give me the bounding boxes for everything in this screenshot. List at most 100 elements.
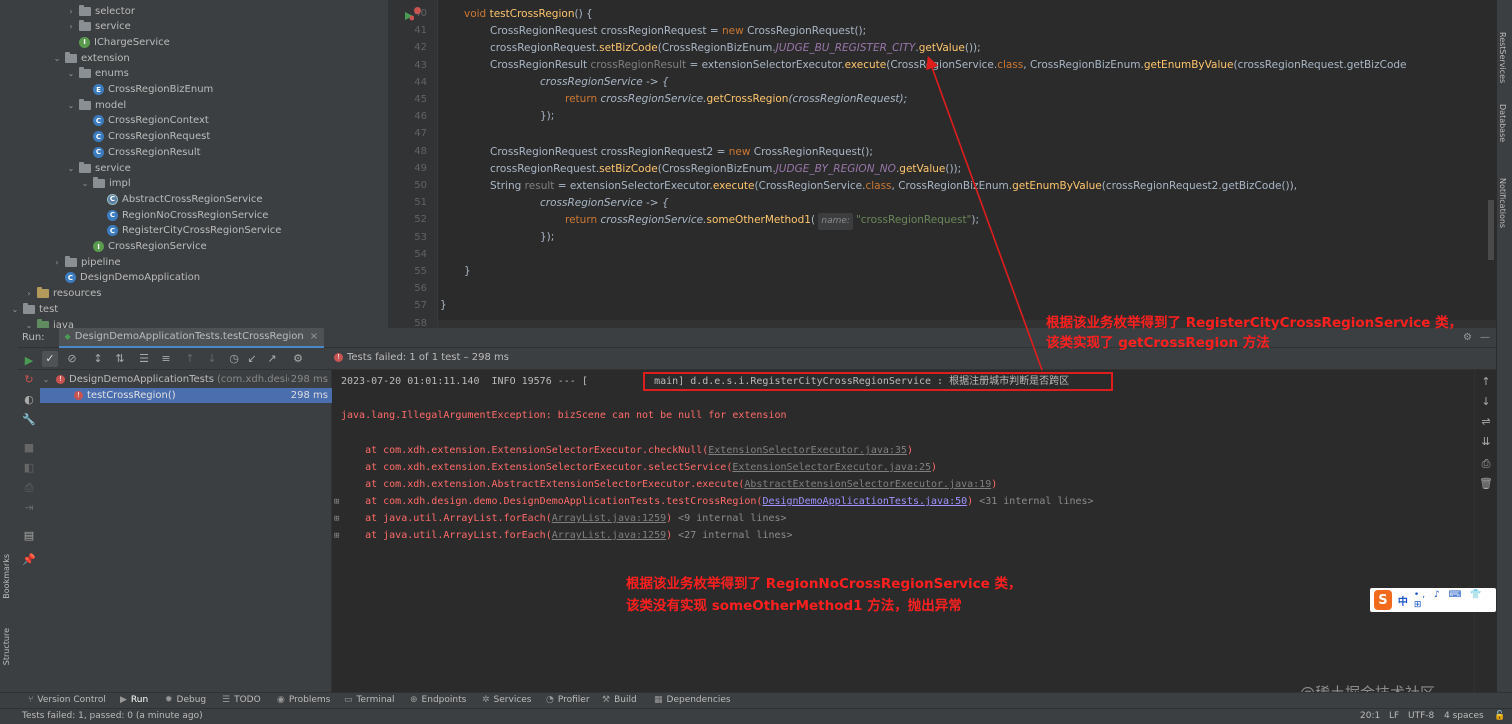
tree-item[interactable]: C RegisterCityCrossRegionService	[94, 223, 281, 239]
lock-icon[interactable]: 🔓	[1494, 711, 1505, 721]
code-line-52[interactable]: return crossRegionService.someOtherMetho…	[565, 212, 979, 230]
sort-duration-icon[interactable]: ⇅	[112, 351, 128, 367]
tree-item[interactable]: ⌄ impl	[80, 176, 131, 192]
tab-services[interactable]: ✲ Services	[482, 695, 532, 705]
code-line-51[interactable]: crossRegionService -> {	[540, 195, 669, 212]
tree-item[interactable]: C DesignDemoApplication	[52, 270, 200, 286]
export-icon[interactable]: ↗	[264, 351, 280, 367]
chevron-down-icon[interactable]: ⌄	[40, 375, 52, 384]
status-message[interactable]: Tests failed: 1, passed: 0 (a minute ago…	[22, 711, 203, 721]
tree-item[interactable]: I IChargeService	[66, 34, 170, 50]
stacktrace-link[interactable]: ExtensionSelectorExecutor.java:35	[708, 445, 907, 456]
tab-profiler[interactable]: ◔ Profiler	[546, 695, 590, 705]
tab-structure[interactable]: Structure	[2, 628, 11, 665]
tree-item[interactable]: C CrossRegionResult	[80, 144, 201, 160]
show-passed-icon[interactable]: ✓	[42, 351, 58, 367]
tab-endpoints[interactable]: ⊕ Endpoints	[410, 695, 466, 705]
trash-icon[interactable]: 🗑	[1478, 476, 1494, 492]
toggle-auto-test-icon[interactable]: ◐	[21, 392, 37, 408]
chevron-down-icon[interactable]: ⌄	[66, 101, 76, 110]
run-config-tab[interactable]: ◆ DesignDemoApplicationTests.testCrossRe…	[58, 327, 325, 348]
minimize-icon[interactable]: —	[1480, 332, 1490, 343]
code-line-48[interactable]: CrossRegionRequest crossRegionRequest2 =…	[490, 144, 873, 161]
ime-toolbar[interactable]: S 中 •, ♪ ⌨ 👕 ⊞	[1370, 588, 1496, 612]
tab-build[interactable]: ⚒ Build	[602, 695, 637, 705]
chevron-down-icon[interactable]: ⌄	[52, 54, 62, 63]
stacktrace-link[interactable]: AbstractExtensionSelectorExecutor.java:1…	[744, 479, 991, 490]
tree-item[interactable]: ⌄ java	[24, 317, 74, 328]
tree-item[interactable]: C CrossRegionRequest	[80, 129, 210, 145]
tab-terminal[interactable]: ▭ Terminal	[344, 695, 395, 705]
test-tree-item-testcrossregion[interactable]: ! testCrossRegion() 298 ms	[40, 388, 332, 403]
tree-item[interactable]: C CrossRegionContext	[80, 113, 209, 129]
code-line-53[interactable]: });	[540, 229, 554, 246]
chevron-down-icon[interactable]: ⌄	[10, 305, 20, 314]
expand-icon[interactable]: ⊞	[334, 514, 339, 524]
caret-position[interactable]: 20:1	[1360, 711, 1380, 721]
chevron-right-icon[interactable]: ›	[24, 289, 34, 298]
file-encoding[interactable]: UTF-8	[1408, 711, 1434, 721]
code-line-50[interactable]: String result = extensionSelectorExecuto…	[490, 178, 1297, 195]
code-line-55[interactable]: }	[464, 263, 471, 280]
stop-icon[interactable]: ■	[21, 440, 37, 456]
rerun-icon[interactable]: ▶	[21, 353, 37, 369]
close-icon[interactable]: ×	[310, 331, 318, 342]
gear-icon[interactable]: ⚙	[1463, 332, 1472, 343]
code-line-45[interactable]: return crossRegionService.getCrossRegion…	[565, 91, 907, 108]
code-line-57[interactable]: }	[440, 297, 447, 314]
tree-item[interactable]: › pipeline	[52, 254, 121, 270]
tab-restservices[interactable]: RestServices	[1498, 32, 1507, 83]
code-editor[interactable]: 40 41 42 43 44 45 46 47 48 49 50 51 52 53 54 55 56 57 58 v…	[388, 0, 1496, 328]
chevron-down-icon[interactable]: ⌄	[66, 164, 76, 173]
scroll-up-icon[interactable]: ↑	[1478, 374, 1494, 390]
next-failed-icon[interactable]: ↓	[204, 351, 220, 367]
tree-item[interactable]: › resources	[24, 286, 101, 302]
stacktrace-link[interactable]: ArrayList.java:1259	[552, 530, 666, 541]
stacktrace-link[interactable]: ArrayList.java:1259	[552, 513, 666, 524]
show-ignored-icon[interactable]: ⊘	[64, 351, 80, 367]
wrench-icon[interactable]: 🔧	[21, 412, 37, 428]
breakpoint-icon[interactable]	[414, 7, 421, 14]
chevron-down-icon[interactable]: ⌄	[80, 179, 90, 188]
indent-setting[interactable]: 4 spaces	[1444, 711, 1484, 721]
tree-item[interactable]: ⌄ test	[10, 301, 58, 317]
print-icon[interactable]: ⎙	[1478, 456, 1494, 472]
tree-item[interactable]: C AbstractCrossRegionService	[94, 191, 263, 207]
dump-icon[interactable]: ⎙	[21, 480, 37, 496]
ime-icons[interactable]: •, ♪ ⌨ 👕 ⊞	[1414, 590, 1492, 610]
tree-item[interactable]: ⌄ service	[66, 160, 131, 176]
tab-notifications[interactable]: Notifications	[1498, 178, 1507, 228]
tree-item[interactable]: I CrossRegionService	[80, 239, 207, 255]
line-separator[interactable]: LF	[1389, 711, 1399, 721]
stacktrace-link[interactable]: DesignDemoApplicationTests.java:50	[762, 496, 967, 507]
tree-item[interactable]: E CrossRegionBizEnum	[80, 82, 213, 98]
tab-database[interactable]: Database	[1498, 104, 1507, 142]
layout-icon[interactable]: ▤	[21, 528, 37, 544]
run-test-gutter-icon[interactable]	[404, 6, 415, 21]
tab-version-control[interactable]: ⑂ Version Control	[28, 695, 106, 705]
tree-item[interactable]: › selector	[66, 3, 135, 19]
ime-language[interactable]: 中	[1398, 593, 1408, 608]
prev-failed-icon[interactable]: ↑	[182, 351, 198, 367]
test-tree-root[interactable]: ⌄ ! DesignDemoApplicationTests (com.xdh.…	[40, 372, 332, 387]
expand-all-icon[interactable]: ☰	[136, 351, 152, 367]
tree-item[interactable]: › service	[66, 19, 131, 35]
soft-wrap-icon[interactable]: ⇌	[1478, 414, 1494, 430]
tab-dependencies[interactable]: ▦ Dependencies	[654, 695, 731, 705]
code-line-42[interactable]: crossRegionRequest.setBizCode(CrossRegio…	[490, 40, 981, 57]
history-icon[interactable]: ◷	[226, 351, 242, 367]
code-line-43[interactable]: CrossRegionResult crossRegionResult = ex…	[490, 57, 1407, 74]
tab-bookmarks[interactable]: Bookmarks	[2, 554, 11, 599]
tree-item[interactable]: ⌄ enums	[66, 66, 129, 82]
expand-icon[interactable]: ⊞	[334, 497, 339, 507]
console-output[interactable]: 2023-07-20 01:01:11.140 INFO 19576 --- […	[332, 370, 1474, 692]
rerun-failed-icon[interactable]: ↻	[21, 372, 37, 388]
collapse-all-icon[interactable]: ≡	[158, 351, 174, 367]
scroll-down-icon[interactable]: ↓	[1478, 394, 1494, 410]
code-line-41[interactable]: CrossRegionRequest crossRegionRequest = …	[490, 23, 866, 40]
chevron-down-icon[interactable]: ⌄	[66, 69, 76, 78]
expand-icon[interactable]: ⊞	[334, 531, 339, 541]
tab-run[interactable]: ▶ Run	[120, 695, 148, 705]
code-line-49[interactable]: crossRegionRequest.setBizCode(CrossRegio…	[490, 161, 961, 178]
tree-item[interactable]: C RegionNoCrossRegionService	[94, 207, 268, 223]
